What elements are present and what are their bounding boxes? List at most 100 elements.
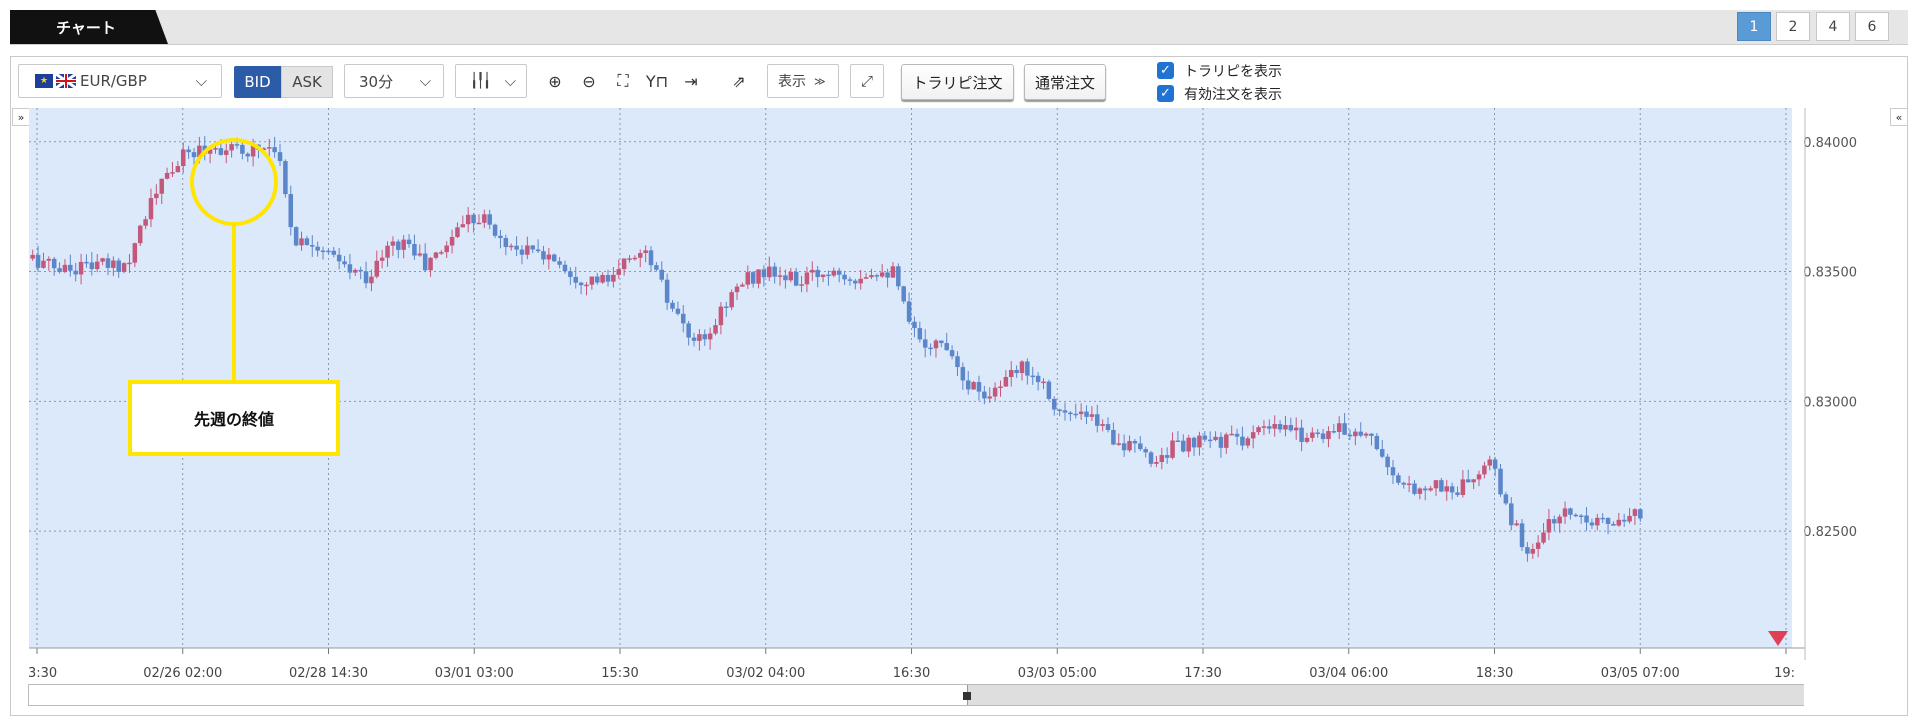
x-tick-label: 03/02 04:00 xyxy=(726,666,805,681)
candle-body xyxy=(1471,479,1476,483)
candle-body xyxy=(944,343,949,351)
candle-body xyxy=(310,245,315,247)
candle-body xyxy=(422,253,428,271)
candle-body xyxy=(982,391,987,399)
candle-body xyxy=(756,269,761,284)
candle-body xyxy=(1422,488,1428,491)
candle-body xyxy=(315,246,320,251)
candle-body xyxy=(1170,440,1175,458)
x-tick-label: 03/01 03:00 xyxy=(435,666,514,681)
candle-body xyxy=(73,270,78,275)
candle-body xyxy=(508,245,514,248)
candle-body xyxy=(1498,468,1503,495)
candle-body xyxy=(681,313,686,324)
candle-body xyxy=(917,328,923,340)
candle-body xyxy=(1073,413,1079,416)
candle-body xyxy=(557,261,562,265)
candle-body xyxy=(1245,438,1251,446)
candle-body xyxy=(1406,483,1412,486)
candle-body xyxy=(1514,523,1519,526)
range-handle[interactable] xyxy=(963,692,971,700)
candle-body xyxy=(1105,424,1111,430)
candle-body xyxy=(492,224,498,236)
candle-body xyxy=(1095,414,1100,426)
candle-body xyxy=(503,238,509,248)
candle-body xyxy=(385,245,390,258)
candle-body xyxy=(1487,459,1493,466)
candle-body xyxy=(976,382,982,392)
candle-body xyxy=(1417,488,1423,494)
candle-body xyxy=(627,258,632,260)
candle-body xyxy=(1062,410,1068,413)
candle-body xyxy=(111,260,116,268)
candle-body xyxy=(1041,381,1046,384)
candle-body xyxy=(293,227,299,246)
candle-body xyxy=(675,308,681,314)
candle-body xyxy=(1460,479,1466,495)
candle-body xyxy=(406,239,412,244)
candle-body xyxy=(869,275,874,278)
candle-body xyxy=(277,152,283,162)
candle-body xyxy=(137,225,143,244)
candle-body xyxy=(939,340,944,344)
y-tick-label: 0.82500 xyxy=(1803,525,1857,540)
candle-body xyxy=(1310,432,1315,438)
candle-body xyxy=(885,272,890,278)
candle-body xyxy=(853,280,858,284)
candle-body xyxy=(1164,455,1170,458)
candle-body xyxy=(1046,381,1052,399)
candle-body xyxy=(1213,436,1218,440)
candle-body xyxy=(594,276,600,283)
candle-body xyxy=(1186,437,1191,452)
candle-body xyxy=(1293,427,1299,431)
candle-body xyxy=(826,274,831,277)
candle-body xyxy=(761,269,767,278)
candle-body xyxy=(1202,435,1208,440)
candle-body xyxy=(363,271,369,284)
candle-body xyxy=(374,260,380,277)
candle-body xyxy=(847,279,853,281)
candle-body xyxy=(369,276,374,284)
candle-body xyxy=(1299,427,1304,442)
y-tick-label: 0.84000 xyxy=(1803,136,1857,151)
candle-body xyxy=(949,350,955,357)
candle-body xyxy=(1057,409,1062,412)
candle-body xyxy=(433,252,439,258)
x-tick-label: 3:30 xyxy=(28,666,57,681)
candle-body xyxy=(57,268,62,272)
candle-body xyxy=(1326,431,1331,440)
candle-body xyxy=(664,279,670,303)
candle-body xyxy=(1611,523,1616,526)
candle-body xyxy=(1025,361,1030,376)
candle-body xyxy=(799,284,804,286)
x-tick-label: 18:30 xyxy=(1476,666,1513,681)
x-tick-label: 03/03 05:00 xyxy=(1018,666,1097,681)
candle-body xyxy=(428,257,433,271)
candle-body xyxy=(1261,426,1267,428)
candle-body xyxy=(164,172,170,179)
candle-body xyxy=(933,340,939,349)
candle-body xyxy=(530,245,535,250)
candle-body xyxy=(1336,423,1342,432)
candle-body xyxy=(1084,411,1089,417)
candle-body xyxy=(670,302,675,309)
callout-connector xyxy=(232,224,236,382)
candle-body xyxy=(272,147,277,153)
candle-body xyxy=(750,272,756,284)
candle-body xyxy=(1621,519,1627,522)
candle-body xyxy=(1439,480,1444,492)
price-chart[interactable]: 0.84000 0.83500 0.83000 0.82500 3:30 02/26 02… xyxy=(0,0,1919,727)
candle-body xyxy=(573,276,578,283)
candle-body xyxy=(922,339,928,348)
candle-body xyxy=(1030,375,1036,378)
candle-body xyxy=(1154,462,1159,464)
highlight-circle xyxy=(190,138,278,226)
candle-body xyxy=(121,263,127,272)
candle-body xyxy=(1600,517,1605,520)
candle-body xyxy=(767,266,772,278)
range-selection[interactable] xyxy=(967,685,1804,705)
candle-body xyxy=(1116,443,1122,445)
candle-body xyxy=(772,266,777,277)
candle-body xyxy=(1466,479,1471,483)
candle-body xyxy=(1541,532,1546,543)
